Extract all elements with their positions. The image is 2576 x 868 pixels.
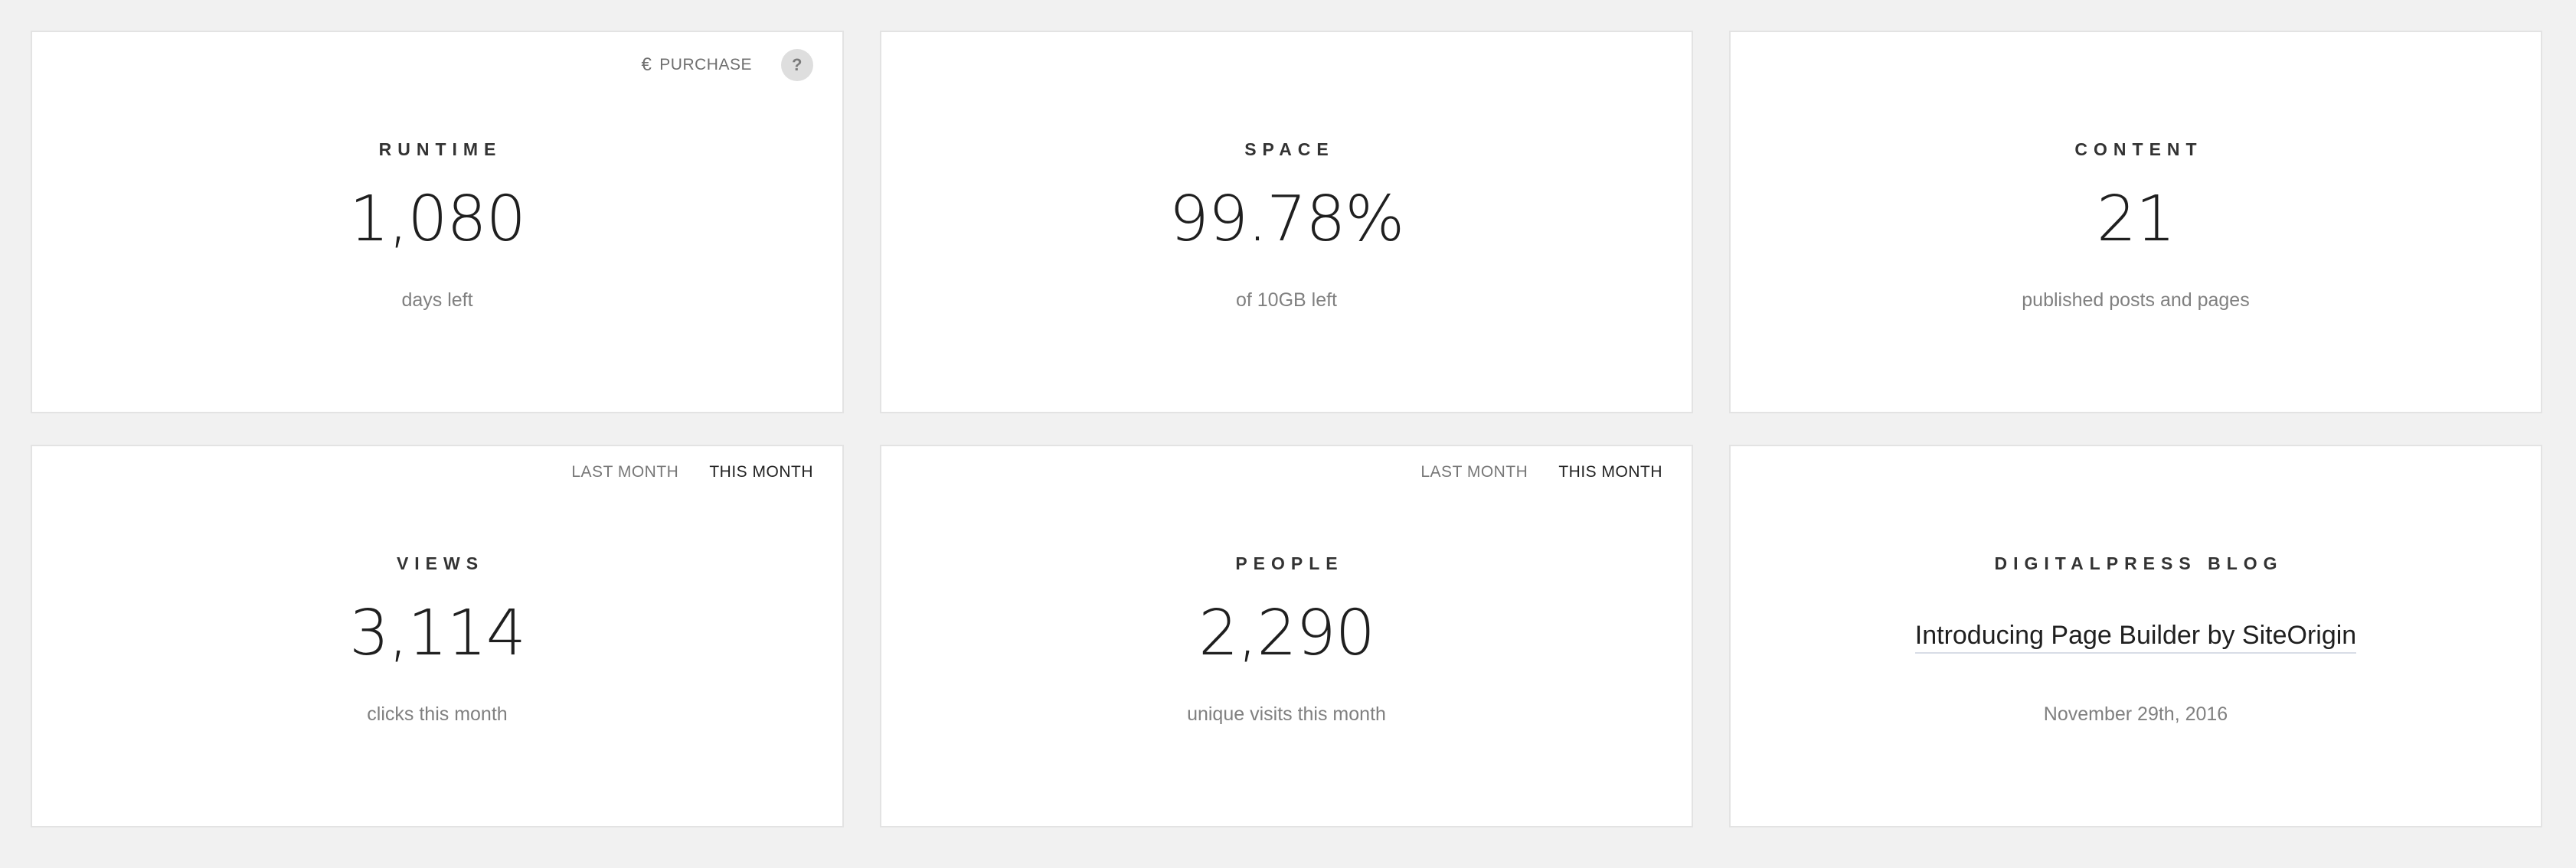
runtime-card-body: RUNTIME 1,080 days left [32,32,842,412]
content-card: CONTENT 21 published posts and pages [1729,31,2542,413]
views-card: LAST MONTH THIS MONTH VIEWS 3,114 clicks… [31,445,844,827]
content-card-body: CONTENT 21 published posts and pages [1731,32,2541,412]
content-caption: published posts and pages [2022,289,2250,311]
content-value: 21 [2096,183,2176,256]
runtime-label: RUNTIME [378,139,502,159]
views-label: VIEWS [396,553,485,573]
blog-post-date: November 29th, 2016 [2043,703,2228,725]
space-label: SPACE [1244,139,1335,159]
views-value: 3,114 [349,597,526,670]
runtime-caption: days left [401,289,473,311]
runtime-card: € PURCHASE ? RUNTIME 1,080 days left [31,31,844,413]
dashboard-grid: € PURCHASE ? RUNTIME 1,080 days left SPA… [31,31,2542,827]
blog-card-body: DIGITALPRESS BLOG Introducing Page Build… [1731,446,2541,826]
blog-card: DIGITALPRESS BLOG Introducing Page Build… [1729,445,2542,827]
content-label: CONTENT [2074,139,2203,159]
space-card-body: SPACE 99.78% of 10GB left [881,32,1692,412]
people-label: PEOPLE [1235,553,1344,573]
people-card: LAST MONTH THIS MONTH PEOPLE 2,290 uniqu… [880,445,1693,827]
space-value: 99.78% [1169,183,1405,256]
runtime-value: 1,080 [349,183,526,256]
space-caption: of 10GB left [1235,289,1338,311]
people-card-body: PEOPLE 2,290 unique visits this month [881,446,1692,826]
blog-post-link-wrapper: Introducing Page Builder by SiteOrigin [1731,621,2541,654]
views-caption: clicks this month [367,703,508,725]
blog-label: DIGITALPRESS BLOG [1994,553,2283,573]
people-caption: unique visits this month [1187,703,1386,725]
people-value: 2,290 [1198,597,1375,670]
blog-post-link[interactable]: Introducing Page Builder by SiteOrigin [1914,621,2357,654]
views-card-body: VIEWS 3,114 clicks this month [32,446,842,826]
space-card: SPACE 99.78% of 10GB left [880,31,1693,413]
